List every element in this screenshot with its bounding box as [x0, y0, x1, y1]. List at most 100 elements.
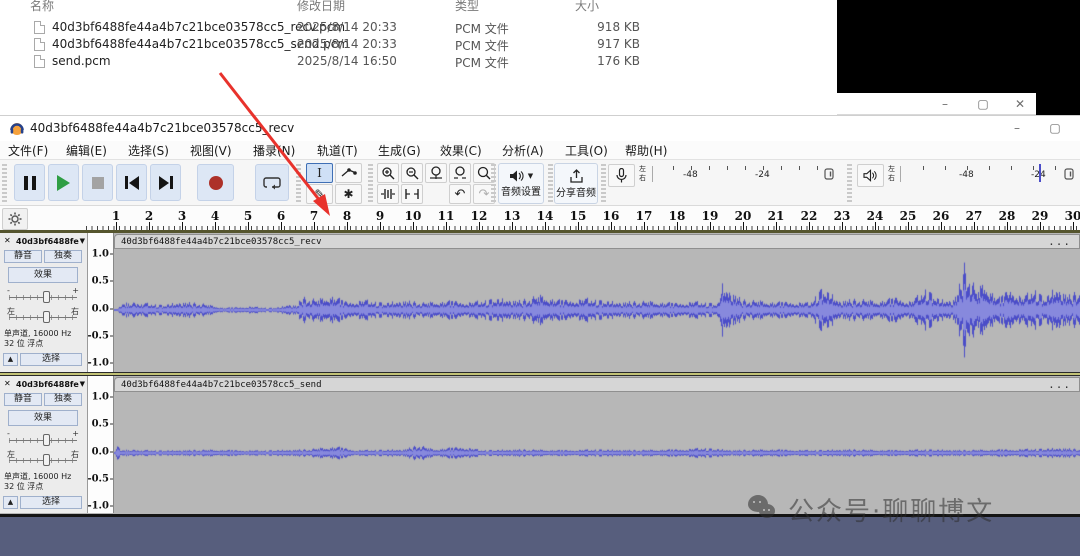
zoom-fit-button[interactable] — [449, 163, 471, 183]
track-name[interactable]: 40d3bf6488fe — [16, 380, 79, 389]
gain-slider[interactable]: - + — [5, 430, 81, 446]
play-icon — [57, 175, 70, 191]
menu-edit[interactable]: 编辑(E) — [66, 142, 107, 159]
solo-button[interactable]: 独奏 — [44, 250, 82, 263]
mute-button[interactable]: 静音 — [4, 250, 42, 263]
stop-button[interactable] — [82, 164, 113, 201]
clip-header[interactable]: 40d3bf6488fe44a4b7c21bce03578cc5_send ..… — [114, 377, 1080, 392]
minimize-icon[interactable]: – — [937, 96, 953, 112]
trim-audio-button[interactable] — [377, 184, 399, 204]
waveform-canvas[interactable] — [114, 250, 1080, 372]
ruler-number: 22 — [801, 209, 818, 223]
record-meter-button[interactable] — [608, 164, 635, 187]
menu-tracks[interactable]: 轨道(T) — [317, 142, 358, 159]
toolbar-grip[interactable] — [2, 164, 7, 202]
clip-menu-ellipsis[interactable]: ... — [1048, 235, 1071, 249]
maximize-icon[interactable]: ▢ — [975, 96, 991, 112]
play-button[interactable] — [48, 164, 79, 201]
pan-slider[interactable]: 左 右 — [5, 307, 81, 323]
menu-analyze[interactable]: 分析(A) — [502, 142, 544, 159]
track-menu-chevron-icon[interactable]: ▼ — [80, 237, 85, 245]
menu-transport[interactable]: 播录(N) — [253, 142, 295, 159]
zoom-selection-icon — [429, 166, 443, 180]
toolbar-grip[interactable] — [368, 164, 373, 202]
timeline-options-button[interactable] — [2, 208, 28, 230]
file-icon — [34, 21, 45, 34]
zoom-out-button[interactable] — [401, 163, 423, 183]
ruler-number: 8 — [343, 209, 351, 223]
clip-menu-ellipsis[interactable]: ... — [1048, 378, 1071, 392]
toolbar-grip[interactable] — [491, 164, 496, 202]
vertical-ruler[interactable]: 1.00.50.0-0.5-1.0 — [88, 233, 114, 372]
collapse-track-button[interactable]: ▲ — [3, 353, 18, 366]
vruler-label: 1.0 — [92, 249, 109, 260]
menu-effect[interactable]: 效果(C) — [440, 142, 482, 159]
loop-button[interactable] — [255, 164, 289, 201]
envelope-tool-button[interactable] — [335, 163, 362, 183]
track-menu-chevron-icon[interactable]: ▼ — [80, 380, 85, 388]
record-meter-scale[interactable]: -48 -24 — [652, 166, 834, 182]
audio-clip[interactable]: 40d3bf6488fe44a4b7c21bce03578cc5_recv ..… — [114, 234, 1080, 370]
ruler-number: 2 — [145, 209, 153, 223]
pan-slider[interactable]: 左 右 — [5, 450, 81, 466]
track-close-icon[interactable]: ✕ — [4, 379, 11, 388]
gain-slider-thumb[interactable] — [43, 291, 50, 303]
collapse-track-button[interactable]: ▲ — [3, 496, 18, 509]
menu-tools[interactable]: 工具(O) — [565, 142, 608, 159]
select-track-button[interactable]: 选择 — [20, 496, 82, 509]
draw-tool-button[interactable]: ✎ — [306, 184, 333, 204]
maximize-icon[interactable]: ▢ — [1047, 120, 1063, 136]
ruler-number: 4 — [211, 209, 219, 223]
share-audio-button[interactable]: 分享音频 — [554, 163, 598, 204]
table-row[interactable]: 40d3bf6488fe44a4b7c21bce03578cc5_send.pc… — [0, 36, 837, 53]
skip-to-start-button[interactable] — [116, 164, 147, 201]
zoom-selection-button[interactable] — [425, 163, 447, 183]
table-row[interactable]: 40d3bf6488fe44a4b7c21bce03578cc5_recv.pc… — [0, 19, 837, 36]
menu-help[interactable]: 帮助(H) — [625, 142, 667, 159]
menu-select[interactable]: 选择(S) — [128, 142, 169, 159]
zoom-in-button[interactable] — [377, 163, 399, 183]
toolbar-grip[interactable] — [548, 164, 553, 202]
column-header-type[interactable]: 类型 — [455, 0, 479, 14]
table-row[interactable]: send.pcm 2025/8/14 16:50 PCM 文件 176 KB — [0, 53, 837, 70]
toolbar-grip[interactable] — [847, 164, 852, 202]
effects-button[interactable]: 效果 — [8, 410, 78, 426]
minimize-icon[interactable]: – — [1009, 120, 1025, 136]
silence-audio-button[interactable] — [401, 184, 423, 204]
undo-button[interactable]: ↶ — [449, 184, 471, 204]
multi-tool-button[interactable]: ✱ — [335, 184, 362, 204]
solo-button[interactable]: 独奏 — [44, 393, 82, 406]
select-track-button[interactable]: 选择 — [20, 353, 82, 366]
gain-slider-thumb[interactable] — [43, 434, 50, 446]
pause-button[interactable] — [14, 164, 45, 201]
pan-slider-thumb[interactable] — [43, 454, 50, 466]
menu-view[interactable]: 视图(V) — [190, 142, 232, 159]
ruler-number: 20 — [735, 209, 752, 223]
skip-to-end-button[interactable] — [150, 164, 181, 201]
playback-meter-button[interactable] — [857, 164, 884, 187]
clip-header[interactable]: 40d3bf6488fe44a4b7c21bce03578cc5_recv ..… — [114, 234, 1080, 249]
record-button[interactable] — [197, 164, 234, 201]
vertical-ruler[interactable]: 1.00.50.0-0.5-1.0 — [88, 376, 114, 513]
effects-button[interactable]: 效果 — [8, 267, 78, 283]
column-header-date[interactable]: 修改日期 — [297, 0, 345, 14]
toolbar-grip[interactable] — [296, 164, 301, 202]
menu-generate[interactable]: 生成(G) — [378, 142, 421, 159]
playback-meter-scale[interactable]: -48 -24 — [900, 166, 1080, 182]
ruler-number: 18 — [669, 209, 686, 223]
gain-slider[interactable]: - + — [5, 287, 81, 303]
track-name[interactable]: 40d3bf6488fe — [16, 237, 79, 246]
column-header-name[interactable]: 名称 — [30, 0, 54, 14]
close-icon[interactable]: ✕ — [1012, 96, 1028, 112]
track-close-icon[interactable]: ✕ — [4, 236, 11, 245]
timeline-ruler[interactable]: 1234567891011121314151617181920212223242… — [0, 206, 1080, 233]
menu-file[interactable]: 文件(F) — [8, 142, 48, 159]
audio-setup-button[interactable]: ▼ 音频设置 — [498, 163, 544, 204]
column-header-size[interactable]: 大小 — [575, 0, 599, 14]
pan-slider-thumb[interactable] — [43, 311, 50, 323]
vruler-label: -1.0 — [87, 358, 109, 369]
stop-icon — [92, 177, 104, 189]
toolbar-grip[interactable] — [601, 164, 606, 202]
mute-button[interactable]: 静音 — [4, 393, 42, 406]
selection-tool-button[interactable]: I — [306, 163, 333, 183]
